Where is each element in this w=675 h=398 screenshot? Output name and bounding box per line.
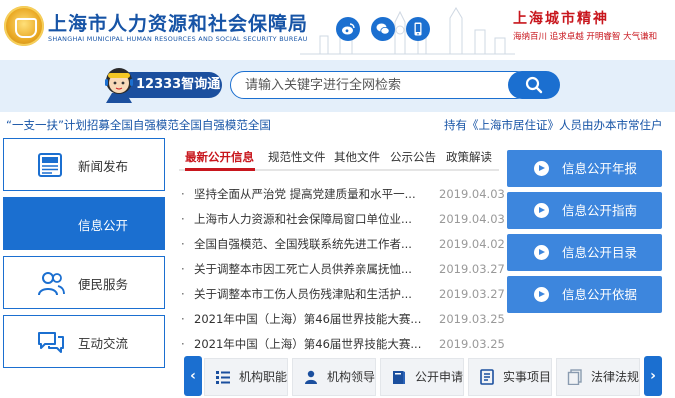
people-icon: [38, 272, 65, 296]
list-item[interactable]: · 关于调整本市工伤人员伤残津贴和生活护... 2019.03.27: [181, 284, 505, 304]
list-item[interactable]: · 上海市人力资源和社会保障局窗口单位业... 2019.04.03: [181, 209, 505, 229]
tab-public-notices[interactable]: 公示公告: [390, 149, 436, 165]
newspaper-icon: [38, 153, 62, 177]
button-label: 信息公开依据: [562, 287, 638, 302]
nav-label: 便民服务: [78, 277, 129, 292]
play-icon: [534, 245, 549, 260]
news-ticker: “一支一扶”计划招募全国自强模范全国自强模范全国 持有《上海市居住证》人员由办本…: [0, 112, 675, 136]
nav-label: 信息公开: [78, 218, 129, 233]
list-item[interactable]: · 坚持全面从严治党 提高党建质量和水平一... 2019.04.03: [181, 184, 505, 204]
news-date: 2019.03.27: [439, 287, 505, 301]
list-item[interactable]: · 2021年中国（上海）第46届世界技能大赛... 2019.03.25: [181, 309, 505, 329]
info-catalog-button[interactable]: 信息公开目录: [507, 234, 662, 271]
news-title[interactable]: 2021年中国（上海）第46届世界技能大赛...: [194, 334, 430, 354]
bullet: ·: [181, 237, 185, 251]
nav-item-information-disclosure[interactable]: 信息公开: [3, 197, 165, 250]
bullet: ·: [181, 262, 185, 276]
news-date: 2019.03.25: [439, 337, 505, 351]
news-title[interactable]: 关于调整本市因工死亡人员供养亲属抚恤...: [194, 259, 430, 279]
quick-link-laws[interactable]: 法律法规: [556, 358, 640, 396]
list-icon: [216, 371, 230, 384]
button-label: 信息公开目录: [562, 245, 638, 260]
weibo-icon[interactable]: [336, 17, 360, 41]
site-subtitle: SHANGHAI MUNICIPAL HUMAN RESOURCES AND S…: [48, 35, 308, 43]
bullet: ·: [181, 212, 185, 226]
quick-link-projects[interactable]: 实事项目: [468, 358, 552, 396]
wechat-icon[interactable]: [371, 17, 395, 41]
quick-link-application[interactable]: 公开申请: [380, 358, 464, 396]
news-date: 2019.03.25: [439, 312, 505, 326]
search-input[interactable]: [230, 71, 530, 99]
nav-label: 互动交流: [78, 336, 129, 351]
quick-link-label: 机构领导: [327, 370, 376, 384]
list-item[interactable]: · 2021年中国（上海）第46届世界技能大赛... 2019.03.25: [181, 334, 505, 354]
quick-link-label: 公开申请: [415, 370, 464, 384]
bullet: ·: [181, 337, 185, 351]
search-bar: 12333智询通: [0, 60, 675, 112]
bureau-emblem-logo[interactable]: [4, 6, 44, 46]
quick-link-label: 实事项目: [503, 370, 552, 384]
nav-item-convenience-services[interactable]: 便民服务: [3, 256, 165, 309]
quick-link-label: 机构职能: [239, 370, 288, 384]
active-tab-indicator: [185, 168, 255, 171]
play-icon: [534, 287, 549, 302]
search-icon: [525, 76, 543, 94]
button-label: 信息公开指南: [562, 203, 638, 218]
quick-link-leaders[interactable]: 机构领导: [292, 358, 376, 396]
news-date: 2019.03.27: [439, 262, 505, 276]
button-label: 信息公开年报: [562, 161, 638, 176]
ticker-item[interactable]: “一支一扶”计划招募全国自强模范全国自强模范全国: [6, 112, 271, 136]
document-icon: [480, 369, 494, 385]
chat-icon: [38, 332, 64, 353]
list-item[interactable]: · 全国自强模范、全国残联系统先进工作者... 2019.04.02: [181, 234, 505, 254]
news-date: 2019.04.03: [439, 187, 505, 201]
news-date: 2019.04.03: [439, 212, 505, 226]
city-spirit-mottos: 海纳百川 追求卓越 开明睿智 大气谦和: [513, 32, 658, 42]
bullet: ·: [181, 187, 185, 201]
content-tabs: 最新公开信息 规范性文件 其他文件 公示公告 政策解读: [179, 145, 499, 171]
quick-link-label: 法律法规: [591, 370, 640, 384]
carousel-next-button[interactable]: ›: [644, 356, 662, 396]
site-title[interactable]: 上海市人力资源和社会保障局: [48, 9, 308, 36]
site-header: 上海市人力资源和社会保障局 SHANGHAI MUNICIPAL HUMAN R…: [0, 0, 675, 60]
bullet: ·: [181, 312, 185, 326]
play-icon: [534, 203, 549, 218]
copy-icon: [567, 369, 582, 385]
nav-item-news-release[interactable]: 新闻发布: [3, 138, 165, 191]
news-title[interactable]: 关于调整本市工伤人员伤残津贴和生活护...: [194, 284, 430, 304]
info-basis-button[interactable]: 信息公开依据: [507, 276, 662, 313]
news-title[interactable]: 坚持全面从严治党 提高党建质量和水平一...: [194, 184, 430, 204]
person-icon: [305, 370, 317, 384]
list-item[interactable]: · 关于调整本市因工死亡人员供养亲属抚恤... 2019.03.27: [181, 259, 505, 279]
news-title[interactable]: 2021年中国（上海）第46届世界技能大赛...: [194, 309, 430, 329]
tab-latest-disclosure[interactable]: 最新公开信息: [185, 149, 254, 165]
nav-item-interaction[interactable]: 互动交流: [3, 315, 165, 368]
search-button[interactable]: [508, 71, 560, 99]
city-spirit-title: 上海城市精神: [513, 11, 609, 27]
mobile-icon[interactable]: [406, 17, 430, 41]
news-title[interactable]: 上海市人力资源和社会保障局窗口单位业...: [194, 209, 430, 229]
ticker-item[interactable]: 持有《上海市居住证》人员由办本市常住户: [444, 112, 663, 136]
nav-label: 新闻发布: [78, 159, 129, 174]
tab-policy-interpretation[interactable]: 政策解读: [446, 149, 492, 165]
news-title[interactable]: 全国自强模范、全国残联系统先进工作者...: [194, 234, 430, 254]
bullet: ·: [181, 287, 185, 301]
play-icon: [534, 161, 549, 176]
info-annual-report-button[interactable]: 信息公开年报: [507, 150, 662, 187]
news-date: 2019.04.02: [439, 237, 505, 251]
tab-normative-documents[interactable]: 规范性文件: [268, 149, 326, 165]
quick-link-functions[interactable]: 机构职能: [204, 358, 288, 396]
assistant-mascot-icon[interactable]: [102, 63, 136, 107]
book-icon: [393, 371, 405, 384]
tab-other-documents[interactable]: 其他文件: [334, 149, 380, 165]
carousel-prev-button[interactable]: ‹: [184, 356, 202, 396]
info-guide-button[interactable]: 信息公开指南: [507, 192, 662, 229]
